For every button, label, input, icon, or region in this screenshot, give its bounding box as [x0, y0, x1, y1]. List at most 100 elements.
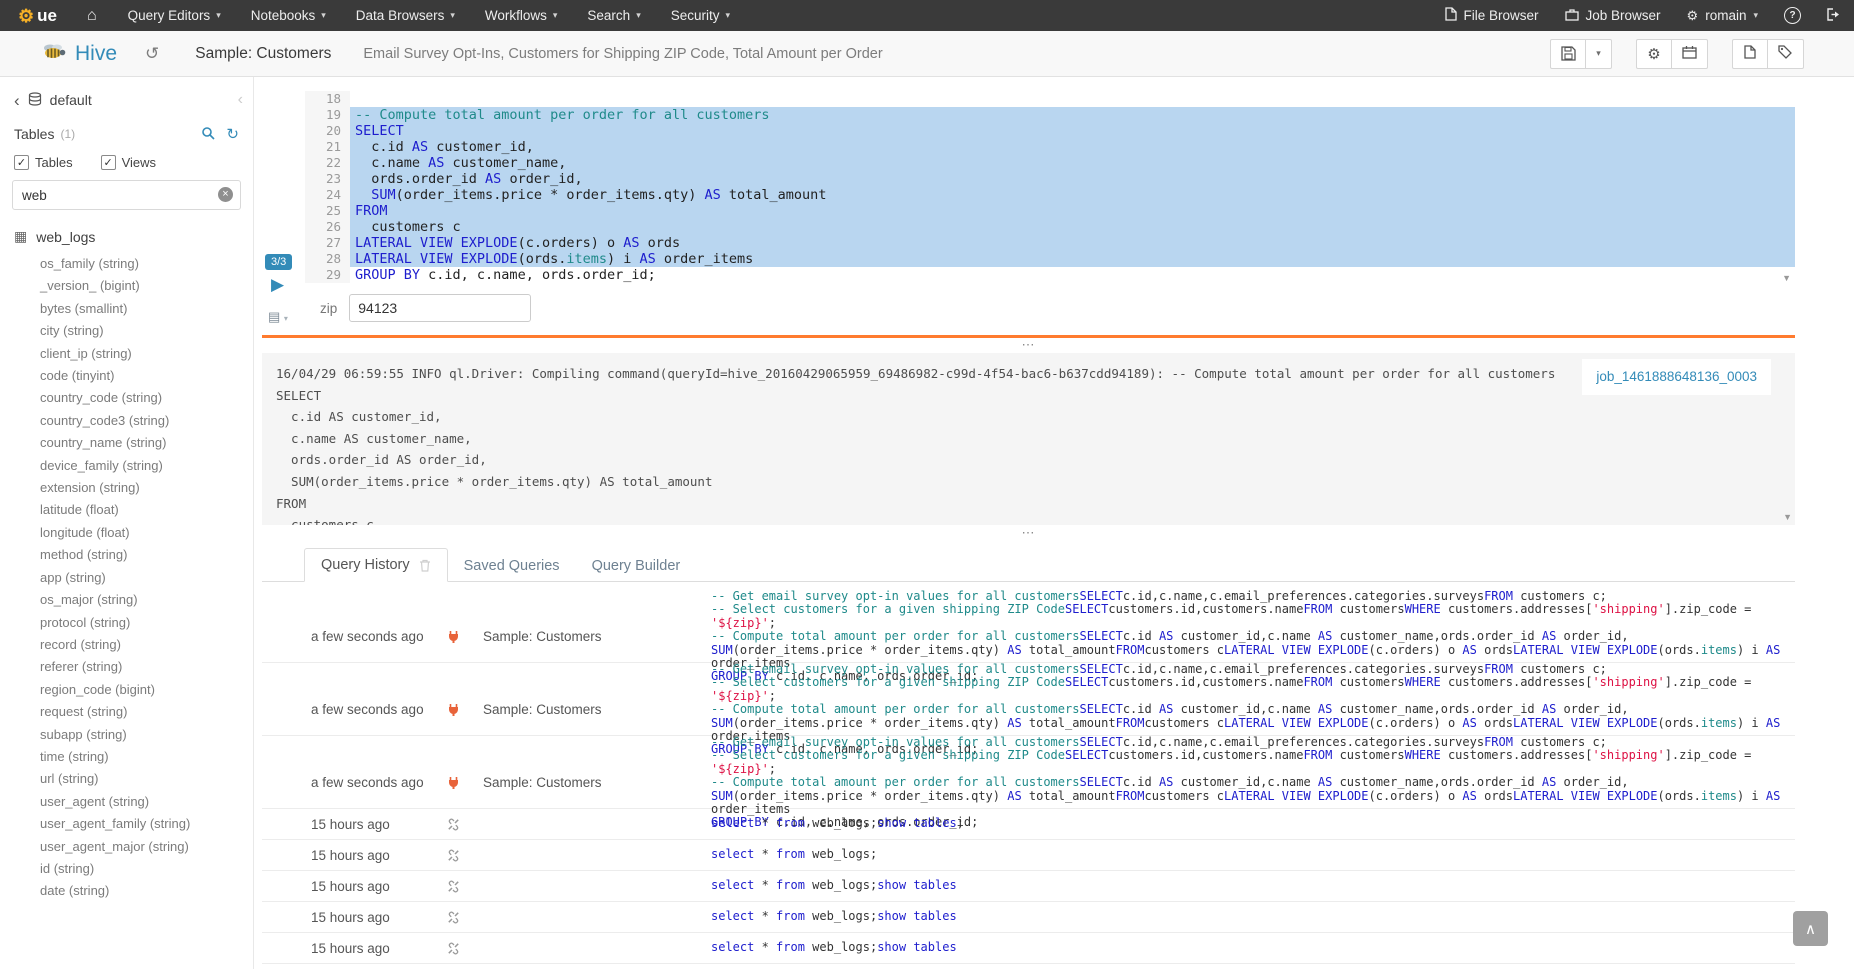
help-button[interactable]: ? — [1771, 0, 1814, 31]
editor-line[interactable]: 26 customers c — [305, 219, 1795, 235]
settings-button[interactable]: ⚙ — [1636, 39, 1672, 69]
job-link[interactable]: job_1461888648136_0003 — [1596, 369, 1757, 384]
editor-line[interactable]: 21 c.id AS customer_id, — [305, 139, 1795, 155]
column-item[interactable]: app (string) — [0, 567, 253, 589]
code-editor[interactable]: 1819-- Compute total amount per order fo… — [305, 91, 1795, 285]
execute-button[interactable]: ▶ — [271, 275, 284, 295]
column-item[interactable]: user_agent (string) — [0, 791, 253, 813]
column-item[interactable]: os_family (string) — [0, 253, 253, 275]
nav-menu-search[interactable]: Search▾ — [572, 0, 655, 31]
column-item[interactable]: city (string) — [0, 320, 253, 342]
resize-handle[interactable]: ⋯ — [262, 529, 1795, 537]
table-entry[interactable]: ▦ web_logs — [0, 218, 253, 249]
nav-menu-security[interactable]: Security▾ — [656, 0, 745, 31]
hue-logo[interactable]: ⚙ ue — [0, 6, 71, 26]
tab-query-history[interactable]: Query History — [304, 548, 448, 582]
column-item[interactable]: method (string) — [0, 544, 253, 566]
search-icon[interactable] — [201, 126, 215, 143]
history-row[interactable]: a few seconds agoSample: Customers-- Get… — [262, 663, 1795, 736]
hive-app-link[interactable]: Hive — [0, 42, 117, 66]
column-item[interactable]: id (string) — [0, 858, 253, 880]
history-row[interactable]: 15 hours agoselect * from web_logs;show … — [262, 902, 1795, 933]
editor-line[interactable]: 28LATERAL VIEW EXPLODE(ords.items) i AS … — [305, 251, 1795, 267]
schedule-button[interactable] — [1672, 39, 1708, 69]
database-name[interactable]: default — [50, 92, 92, 108]
column-item[interactable]: country_code3 (string) — [0, 410, 253, 432]
refresh-icon[interactable]: ↻ — [226, 125, 239, 143]
column-item[interactable]: record (string) — [0, 634, 253, 656]
editor-line[interactable]: 23 ords.order_id AS order_id, — [305, 171, 1795, 187]
tables-filter-checkbox[interactable]: ✓ Tables — [14, 155, 73, 170]
column-item[interactable]: client_ip (string) — [0, 343, 253, 365]
column-item[interactable]: country_name (string) — [0, 432, 253, 454]
column-item[interactable]: request (string) — [0, 701, 253, 723]
nav-menu-workflows[interactable]: Workflows▾ — [470, 0, 573, 31]
plug-icon — [447, 630, 483, 644]
sidebar-collapse-icon[interactable]: ‹ — [238, 91, 243, 109]
editor-line[interactable]: 19-- Compute total amount per order for … — [305, 107, 1795, 123]
column-item[interactable]: latitude (float) — [0, 499, 253, 521]
editor-line[interactable]: 18 — [305, 91, 1795, 107]
column-item[interactable]: longitude (float) — [0, 522, 253, 544]
job-browser-link[interactable]: Job Browser — [1552, 0, 1674, 31]
checkbox-checked-icon: ✓ — [101, 155, 116, 170]
scroll-to-top-button[interactable]: ∧ — [1793, 911, 1828, 946]
column-item[interactable]: region_code (bigint) — [0, 679, 253, 701]
column-item[interactable]: protocol (string) — [0, 612, 253, 634]
table-search-input[interactable] — [12, 180, 241, 210]
clear-history-trash-icon[interactable] — [419, 559, 431, 572]
views-filter-checkbox[interactable]: ✓ Views — [101, 155, 156, 170]
column-item[interactable]: os_major (string) — [0, 589, 253, 611]
column-item[interactable]: date (string) — [0, 880, 253, 902]
hue-gear-icon: ⚙ — [18, 7, 34, 25]
column-item[interactable]: extension (string) — [0, 477, 253, 499]
line-number: 20 — [305, 123, 350, 139]
tab-label: Saved Queries — [464, 558, 560, 574]
tags-button[interactable] — [1768, 39, 1804, 69]
column-item[interactable]: url (string) — [0, 768, 253, 790]
user-menu[interactable]: ⚙ romain ▾ — [1674, 0, 1771, 31]
column-item[interactable]: time (string) — [0, 746, 253, 768]
result-tabs: Query History Saved Queries Query Builder — [262, 545, 1795, 582]
history-row[interactable]: a few seconds agoSample: Customers-- Get… — [262, 736, 1795, 809]
editor-map-icon[interactable]: ▤ ▾ — [268, 309, 288, 325]
history-row[interactable]: 15 hours agoselect * from web_logs;show … — [262, 871, 1795, 902]
column-item[interactable]: user_agent_major (string) — [0, 836, 253, 858]
column-item[interactable]: user_agent_family (string) — [0, 813, 253, 835]
resize-handle[interactable]: ⋯ — [262, 341, 1795, 349]
column-item[interactable]: bytes (smallint) — [0, 298, 253, 320]
tab-saved-queries[interactable]: Saved Queries — [448, 550, 576, 582]
column-item[interactable]: code (tinyint) — [0, 365, 253, 387]
column-item[interactable]: subapp (string) — [0, 724, 253, 746]
format-button[interactable] — [1732, 39, 1768, 69]
log-scroll-down-icon[interactable]: ▼ — [1783, 512, 1792, 522]
tab-query-builder[interactable]: Query Builder — [576, 550, 697, 582]
nav-menu-query-editors[interactable]: Query Editors▾ — [113, 0, 236, 31]
save-button[interactable] — [1550, 39, 1586, 69]
home-icon[interactable]: ⌂ — [71, 0, 113, 31]
nav-menu-label: Data Browsers — [356, 8, 445, 23]
logout-button[interactable] — [1814, 0, 1854, 31]
back-chevron-icon[interactable]: ‹ — [14, 92, 20, 109]
history-row[interactable]: 15 hours agoselect * from web_logs;show … — [262, 933, 1795, 964]
nav-menu-data-browsers[interactable]: Data Browsers▾ — [341, 0, 470, 31]
editor-line[interactable]: 25FROM — [305, 203, 1795, 219]
editor-line[interactable]: 27LATERAL VIEW EXPLODE(c.orders) o AS or… — [305, 235, 1795, 251]
nav-menu-notebooks[interactable]: Notebooks▾ — [236, 0, 341, 31]
column-item[interactable]: country_code (string) — [0, 387, 253, 409]
history-row[interactable]: 15 hours agoselect * from web_logs; — [262, 840, 1795, 871]
variable-input[interactable] — [349, 294, 531, 322]
editor-line[interactable]: 24 SUM(order_items.price * order_items.q… — [305, 187, 1795, 203]
editor-line[interactable]: 29GROUP BY c.id, c.name, ords.order_id; — [305, 267, 1795, 283]
editor-line[interactable]: 22 c.name AS customer_name, — [305, 155, 1795, 171]
history-time: 15 hours ago — [311, 817, 447, 832]
save-dropdown-button[interactable]: ▾ — [1586, 39, 1612, 69]
clear-search-icon[interactable]: × — [218, 187, 233, 202]
column-item[interactable]: device_family (string) — [0, 455, 253, 477]
column-item[interactable]: _version_ (bigint) — [0, 275, 253, 297]
file-browser-link[interactable]: File Browser — [1432, 0, 1552, 31]
query-history-icon[interactable]: ↺ — [145, 44, 159, 64]
editor-line[interactable]: 20SELECT — [305, 123, 1795, 139]
history-row[interactable]: a few seconds agoSample: Customers-- Get… — [262, 590, 1795, 663]
column-item[interactable]: referer (string) — [0, 656, 253, 678]
